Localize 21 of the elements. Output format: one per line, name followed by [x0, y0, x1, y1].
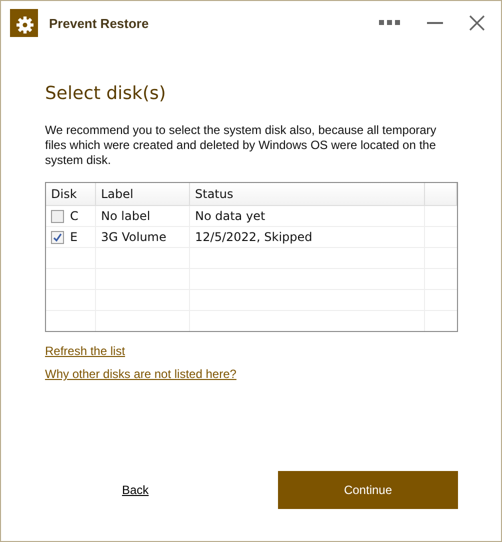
back-button[interactable]: Back [122, 483, 149, 497]
checkbox[interactable] [51, 230, 64, 244]
more-icon[interactable] [379, 20, 401, 26]
column-header[interactable]: Status [190, 183, 425, 205]
table-cell: No data yet [195, 209, 266, 223]
table-cell: E [70, 230, 78, 244]
table-cell: C [70, 209, 78, 223]
page-heading: Select disk(s) [45, 83, 167, 104]
refresh-link[interactable]: Refresh the list [45, 344, 126, 358]
table-cell: No label [101, 209, 150, 223]
continue-button[interactable]: Continue [278, 471, 458, 509]
column-header[interactable]: Disk [46, 183, 96, 205]
help-link[interactable]: Why other disks are not listed here? [45, 367, 236, 381]
description-text: We recommend you to select the system disk also, because all temporary files which were created and deleted by Windows OS were located on the system disk. [45, 123, 438, 168]
gear-icon [10, 9, 38, 37]
window-title: Prevent Restore [49, 16, 149, 30]
column-header[interactable]: Label [96, 183, 190, 205]
table-cell: 12/5/2022, Skipped [195, 230, 312, 244]
table-cell: 3G Volume [101, 230, 166, 244]
checkbox[interactable] [51, 210, 64, 222]
close-icon[interactable] [469, 15, 485, 31]
